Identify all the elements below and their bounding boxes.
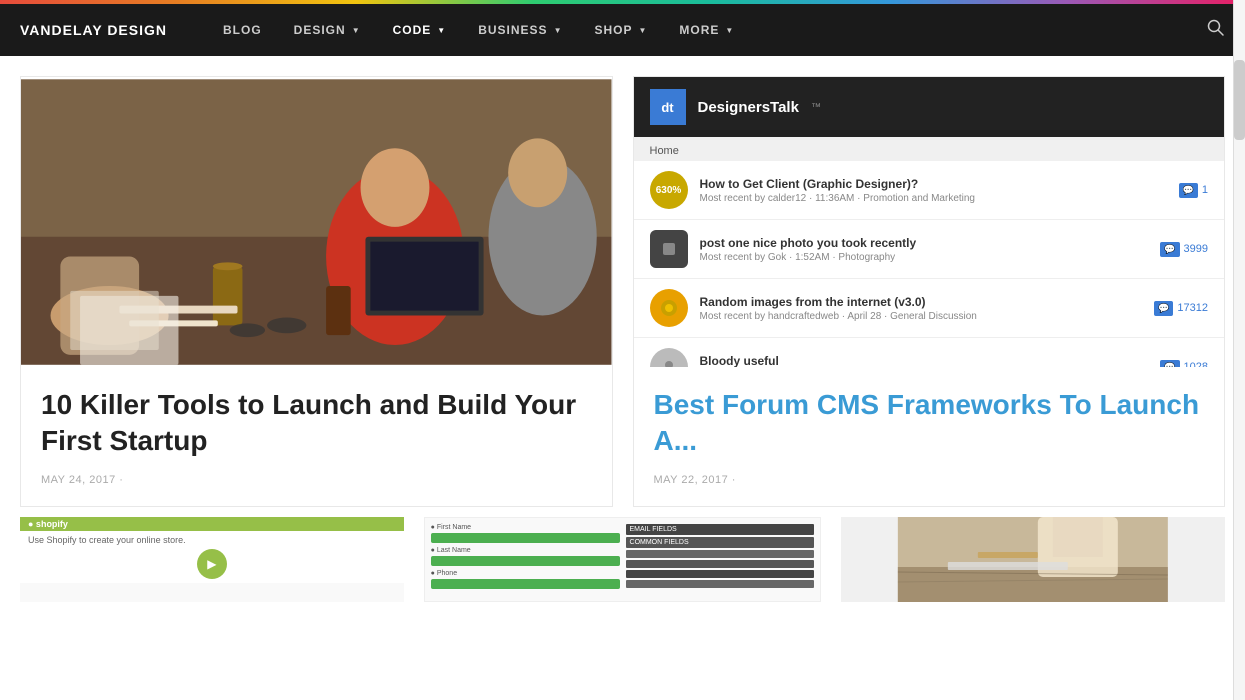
card-text-forum: Best Forum CMS Frameworks To Launch A...… [634,367,1225,506]
thread-content-1: How to Get Client (Graphic Designer)? Mo… [700,177,1167,204]
forum-brand: DesignersTalk [698,99,799,116]
thread-content-2: post one nice photo you took recently Mo… [700,236,1149,263]
nav-item-business[interactable]: BUSINESS ▼ [462,4,578,56]
thread-replies-4: 💬 1028 [1160,360,1208,368]
nav-item-code[interactable]: CODE ▼ [377,4,463,56]
article-title-startup[interactable]: 10 Killer Tools to Launch and Build Your… [41,387,592,460]
article-date-forum: MAY 22, 2017 · [654,474,1205,486]
forum-thread-3: Random images from the internet (v3.0) M… [634,279,1225,338]
craft-photo-image [841,517,1225,602]
form-left-col: ● First Name ● Last Name ● Phone [431,524,620,595]
article-card-startup[interactable]: 10 Killer Tools to Launch and Build Your… [20,76,613,507]
forum-screenshot: dt DesignersTalk ™ Home 630% How to Get … [634,77,1225,367]
chevron-down-icon: ▼ [352,26,361,35]
main-content: 10 Killer Tools to Launch and Build Your… [0,56,1245,517]
forum-header: dt DesignersTalk ™ [634,77,1225,137]
site-brand[interactable]: VANDELAY DESIGN [20,22,167,38]
reply-icon: 💬 [1179,183,1198,198]
thumbnail-craft[interactable] [841,517,1225,602]
chevron-down-icon: ▼ [437,26,446,35]
card-image-startup [21,77,612,367]
thread-content-4: Bloody useful Most recent by LeakySandwi… [700,354,1149,368]
forum-trademark: ™ [811,102,821,113]
thread-replies-3: 💬 17312 [1154,301,1208,316]
search-icon[interactable] [1207,19,1225,42]
article-date-startup: MAY 24, 2017 · [41,474,592,486]
thread-avatar-3 [650,289,688,327]
reply-icon: 💬 [1154,301,1173,316]
forum-thread-4: Bloody useful Most recent by LeakySandwi… [634,338,1225,367]
thumbnails-row: ● shopify Use Shopify to create your onl… [0,517,1245,612]
shopify-top-bar: ● shopify [20,517,404,531]
thread-avatar-2 [650,230,688,268]
reply-icon: 💬 [1160,360,1179,368]
chevron-down-icon: ▼ [725,26,734,35]
forum-thread-1: 630% How to Get Client (Graphic Designer… [634,161,1225,220]
scrollbar-thumb[interactable] [1234,60,1245,140]
card-image-forum: dt DesignersTalk ™ Home 630% How to Get … [634,77,1225,367]
nav-item-blog[interactable]: BLOG [207,4,278,56]
forum-threads: 630% How to Get Client (Graphic Designer… [634,161,1225,367]
thread-content-3: Random images from the internet (v3.0) M… [700,295,1143,322]
thumbnail-form[interactable]: ● First Name ● Last Name ● Phone EMAIL F… [424,517,822,602]
chevron-down-icon: ▼ [554,26,563,35]
play-icon: ▶ [197,549,227,579]
thread-avatar-4 [650,348,688,367]
thread-avatar-1: 630% [650,171,688,209]
nav-item-shop[interactable]: SHOP ▼ [578,4,663,56]
thread-replies-1: 💬 1 [1179,183,1208,198]
team-photo-image [21,77,612,367]
reply-icon: 💬 [1160,242,1179,257]
thread-replies-2: 💬 3999 [1160,242,1208,257]
article-card-forum[interactable]: dt DesignersTalk ™ Home 630% How to Get … [633,76,1226,507]
main-nav: VANDELAY DESIGN BLOG DESIGN ▼ CODE ▼ BUS… [0,4,1245,56]
article-title-forum[interactable]: Best Forum CMS Frameworks To Launch A... [654,387,1205,460]
nav-links: BLOG DESIGN ▼ CODE ▼ BUSINESS ▼ SHOP ▼ M… [207,4,1207,56]
forum-logo: dt [650,89,686,125]
chevron-down-icon: ▼ [639,26,648,35]
shopify-content: Use Shopify to create your online store.… [20,531,404,583]
card-text-startup: 10 Killer Tools to Launch and Build Your… [21,367,612,506]
forum-breadcrumb: Home [634,137,1225,161]
thumbnail-shopify[interactable]: ● shopify Use Shopify to create your onl… [20,517,404,602]
nav-item-more[interactable]: MORE ▼ [663,4,750,56]
scrollbar[interactable] [1233,0,1245,700]
nav-item-design[interactable]: DESIGN ▼ [278,4,377,56]
shopify-tagline: Use Shopify to create your online store. [28,535,396,545]
forum-thread-2: post one nice photo you took recently Mo… [634,220,1225,279]
form-right-col: EMAIL FIELDS COMMON FIELDS [626,524,815,595]
